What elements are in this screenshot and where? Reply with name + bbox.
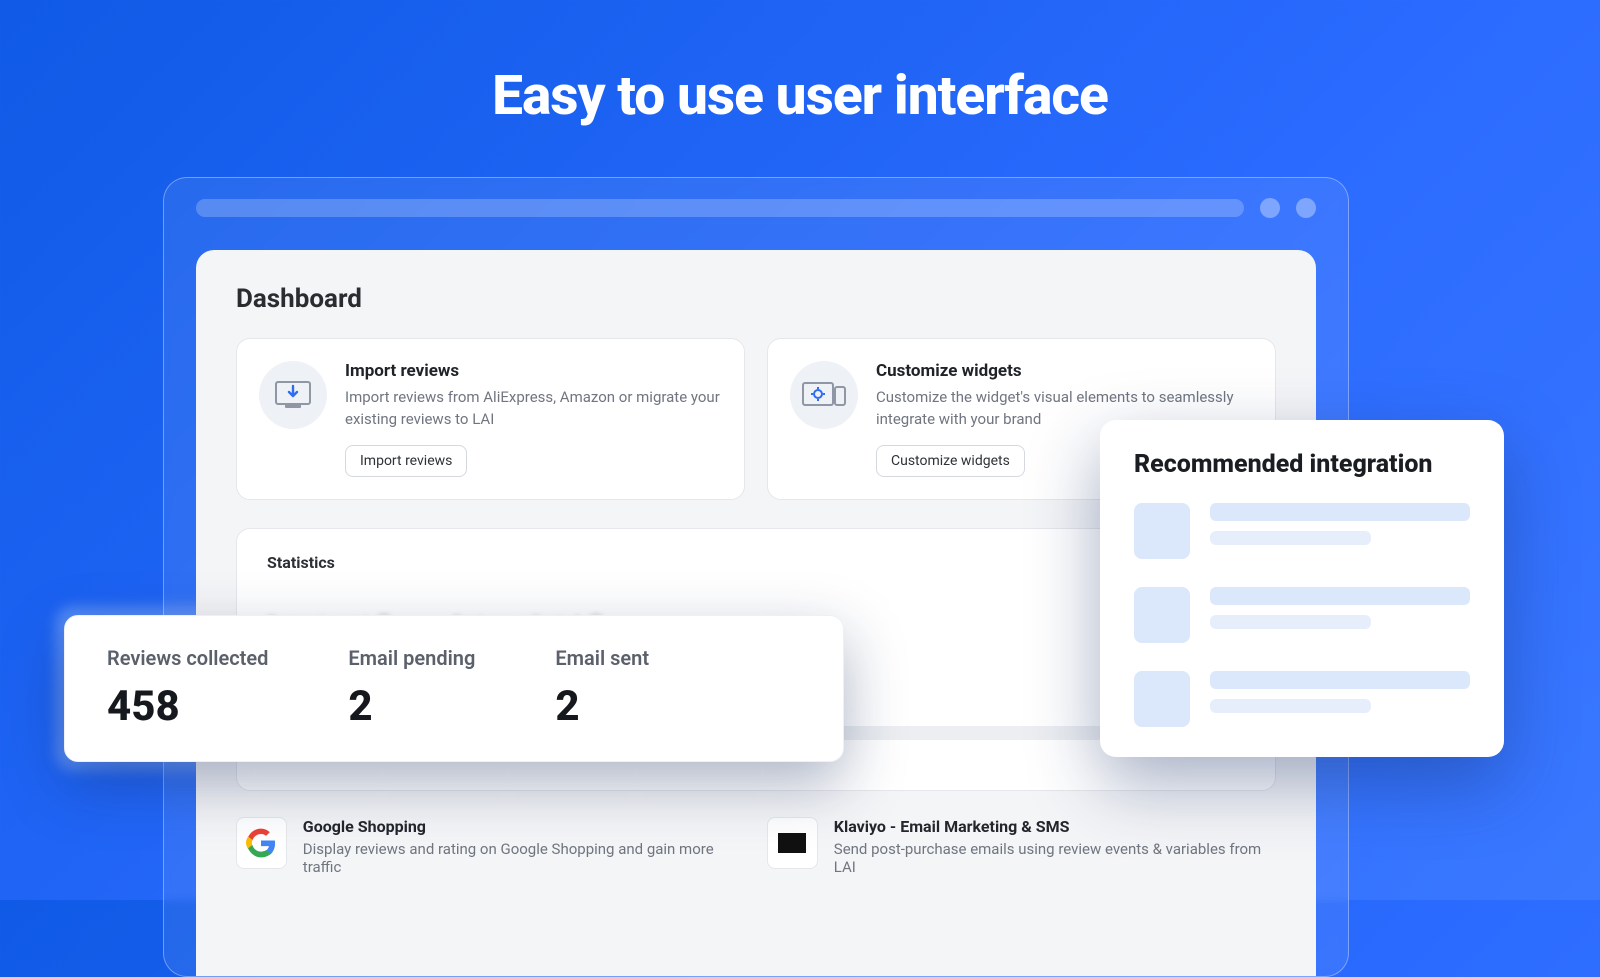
integration-title: Google Shopping [303,817,745,836]
placeholder-line [1210,671,1470,689]
card-title: Recommended integration [1134,450,1470,479]
google-icon [236,817,287,869]
stat-label: Email pending [348,646,475,670]
stat-value: 458 [107,682,268,731]
integration-klaviyo[interactable]: Klaviyo - Email Marketing & SMS Send pos… [767,817,1276,876]
placeholder-icon [1134,503,1190,559]
customize-icon [790,361,858,429]
page-title: Dashboard [236,284,1276,314]
address-bar[interactable] [196,199,1244,217]
recommended-item[interactable] [1134,671,1470,727]
placeholder-icon [1134,671,1190,727]
placeholder-line [1210,531,1371,545]
recommended-item[interactable] [1134,587,1470,643]
card-title: Import reviews [345,361,722,381]
klaviyo-icon [767,817,818,869]
placeholder-icon [1134,587,1190,643]
import-reviews-button[interactable]: Import reviews [345,445,467,477]
placeholder-line [1210,699,1371,713]
integration-title: Klaviyo - Email Marketing & SMS [834,817,1276,836]
placeholder-line [1210,615,1371,629]
stat-label: Email sent [555,646,649,670]
hero-title: Easy to use user interface [0,0,1600,128]
card-description: Import reviews from AliExpress, Amazon o… [345,387,722,431]
placeholder-line [1210,503,1470,521]
stat-email-sent: Email sent 2 [555,646,649,731]
statistics-title: Statistics [267,553,1245,572]
floating-stats-card: Reviews collected 458 Email pending 2 Em… [64,615,844,762]
card-title: Customize widgets [876,361,1253,381]
integration-google-shopping[interactable]: Google Shopping Display reviews and rati… [236,817,745,876]
integration-description: Send post-purchase emails using review e… [834,840,1276,876]
stat-reviews-collected: Reviews collected 458 [107,646,268,731]
placeholder-line [1210,587,1470,605]
customize-widgets-button[interactable]: Customize widgets [876,445,1025,477]
integration-description: Display reviews and rating on Google Sho… [303,840,745,876]
recommended-integration-card: Recommended integration [1100,420,1504,757]
import-reviews-card: Import reviews Import reviews from AliEx… [236,338,745,500]
window-control-icon[interactable] [1260,198,1280,218]
stat-value: 2 [348,682,475,731]
browser-toolbar [164,178,1348,238]
stat-label: Reviews collected [107,646,268,670]
stat-email-pending: Email pending 2 [348,646,475,731]
window-control-icon[interactable] [1296,198,1316,218]
stat-value: 2 [555,682,649,731]
import-icon [259,361,327,429]
recommended-item[interactable] [1134,503,1470,559]
